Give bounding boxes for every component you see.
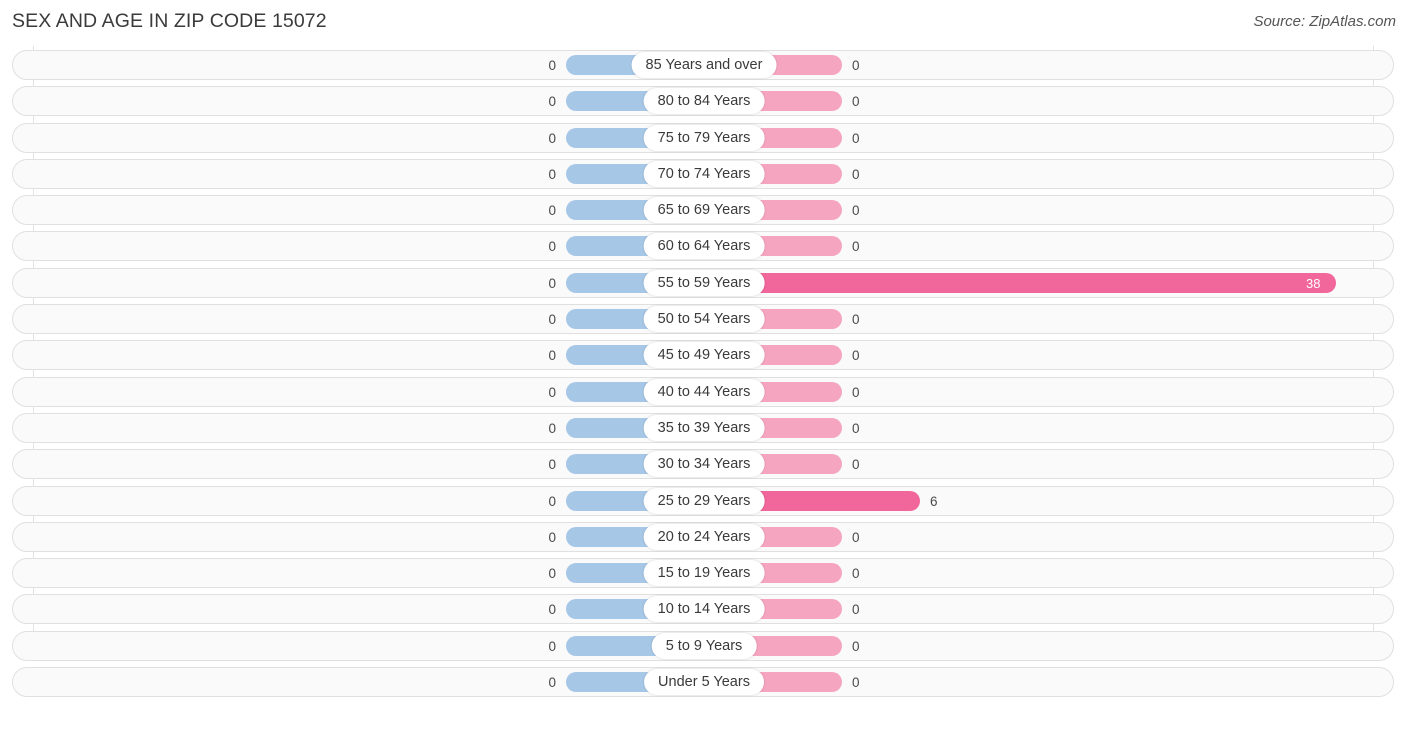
age-group-row[interactable]: 0 38 55 to 59 Years (12, 267, 1394, 298)
female-value-label: 0 (852, 457, 860, 473)
female-value-label: 0 (852, 384, 860, 400)
age-group-label: 55 to 59 Years (643, 269, 765, 296)
age-group-label: 15 to 19 Years (643, 560, 765, 587)
chart-header: SEX AND AGE IN ZIP CODE 15072 Source: Zi… (0, 0, 1406, 46)
male-value-label: 0 (548, 384, 556, 400)
female-value-label: 38 (1306, 275, 1321, 291)
age-group-row[interactable]: 0 0 80 to 84 Years (12, 86, 1394, 117)
age-group-label: 70 to 74 Years (643, 160, 765, 187)
male-value-label: 0 (548, 275, 556, 291)
male-value-label: 0 (548, 239, 556, 255)
male-value-label: 0 (548, 348, 556, 364)
page-title: SEX AND AGE IN ZIP CODE 15072 (12, 10, 327, 32)
female-value-label: 0 (852, 529, 860, 545)
female-value-label: 0 (852, 675, 860, 691)
female-value-label: 0 (852, 94, 860, 110)
age-group-label: 30 to 34 Years (643, 451, 765, 478)
male-value-label: 0 (548, 529, 556, 545)
age-group-label: 5 to 9 Years (651, 632, 757, 659)
age-group-row[interactable]: 0 0 5 to 9 Years (12, 630, 1394, 661)
female-value-label: 0 (852, 348, 860, 364)
age-group-row[interactable]: 0 0 65 to 69 Years (12, 195, 1394, 226)
female-value-label: 0 (852, 239, 860, 255)
female-value-label: 0 (852, 566, 860, 582)
age-group-label: 65 to 69 Years (643, 197, 765, 224)
male-value-label: 0 (548, 638, 556, 654)
female-value-label: 0 (852, 130, 860, 146)
population-pyramid-plot: 0 0 85 Years and over 0 0 80 to 84 Years 0 0 75 … (0, 46, 1406, 703)
age-group-label: 75 to 79 Years (643, 124, 765, 151)
age-group-row[interactable]: 0 0 35 to 39 Years (12, 412, 1394, 443)
female-value-label: 6 (930, 493, 938, 509)
age-group-row[interactable]: 0 0 10 to 14 Years (12, 594, 1394, 625)
age-group-rows: 0 0 85 Years and over 0 0 80 to 84 Years 0 0 75 … (0, 50, 1406, 703)
female-value-label: 0 (852, 203, 860, 219)
male-value-label: 0 (548, 130, 556, 146)
age-group-row[interactable]: 0 0 Under 5 Years (12, 667, 1394, 698)
age-group-row[interactable]: 0 6 25 to 29 Years (12, 485, 1394, 516)
male-value-label: 0 (548, 203, 556, 219)
male-value-label: 0 (548, 457, 556, 473)
age-group-label: 35 to 39 Years (643, 414, 765, 441)
female-bar[interactable] (704, 272, 1336, 293)
age-group-label: 25 to 29 Years (643, 487, 765, 514)
male-value-label: 0 (548, 312, 556, 328)
male-value-label: 0 (548, 493, 556, 509)
male-value-label: 0 (548, 166, 556, 182)
male-value-label: 0 (548, 420, 556, 436)
female-value-label: 0 (852, 420, 860, 436)
age-group-label: 80 to 84 Years (643, 88, 765, 115)
male-value-label: 0 (548, 602, 556, 618)
female-value-label: 0 (852, 166, 860, 182)
female-value-label: 0 (852, 602, 860, 618)
female-value-label: 0 (852, 58, 860, 73)
age-group-label: 50 to 54 Years (643, 306, 765, 333)
male-value-label: 0 (548, 675, 556, 691)
age-group-row[interactable]: 0 0 15 to 19 Years (12, 558, 1394, 589)
age-group-row[interactable]: 0 0 30 to 34 Years (12, 449, 1394, 480)
age-group-label: 10 to 14 Years (643, 596, 765, 623)
age-group-label: 40 to 44 Years (643, 378, 765, 405)
age-group-row[interactable]: 0 0 45 to 49 Years (12, 340, 1394, 371)
age-group-label: 60 to 64 Years (643, 233, 765, 260)
age-group-row[interactable]: 0 0 60 to 64 Years (12, 231, 1394, 262)
age-group-row[interactable]: 0 0 40 to 44 Years (12, 376, 1394, 407)
age-group-label: Under 5 Years (644, 669, 764, 696)
age-group-label: 20 to 24 Years (643, 523, 765, 550)
female-value-label: 0 (852, 638, 860, 654)
female-value-label: 0 (852, 312, 860, 328)
source-attribution: Source: ZipAtlas.com (1253, 13, 1396, 30)
age-group-label: 85 Years and over (631, 52, 777, 78)
age-group-row[interactable]: 0 0 50 to 54 Years (12, 304, 1394, 335)
male-value-label: 0 (548, 566, 556, 582)
age-group-row[interactable]: 0 0 75 to 79 Years (12, 122, 1394, 153)
age-group-label: 45 to 49 Years (643, 342, 765, 369)
male-value-label: 0 (548, 94, 556, 110)
age-group-row[interactable]: 0 0 70 to 74 Years (12, 158, 1394, 189)
male-value-label: 0 (548, 58, 556, 73)
age-group-row[interactable]: 0 0 20 to 24 Years (12, 521, 1394, 552)
age-group-row[interactable]: 0 0 85 Years and over (12, 50, 1394, 80)
